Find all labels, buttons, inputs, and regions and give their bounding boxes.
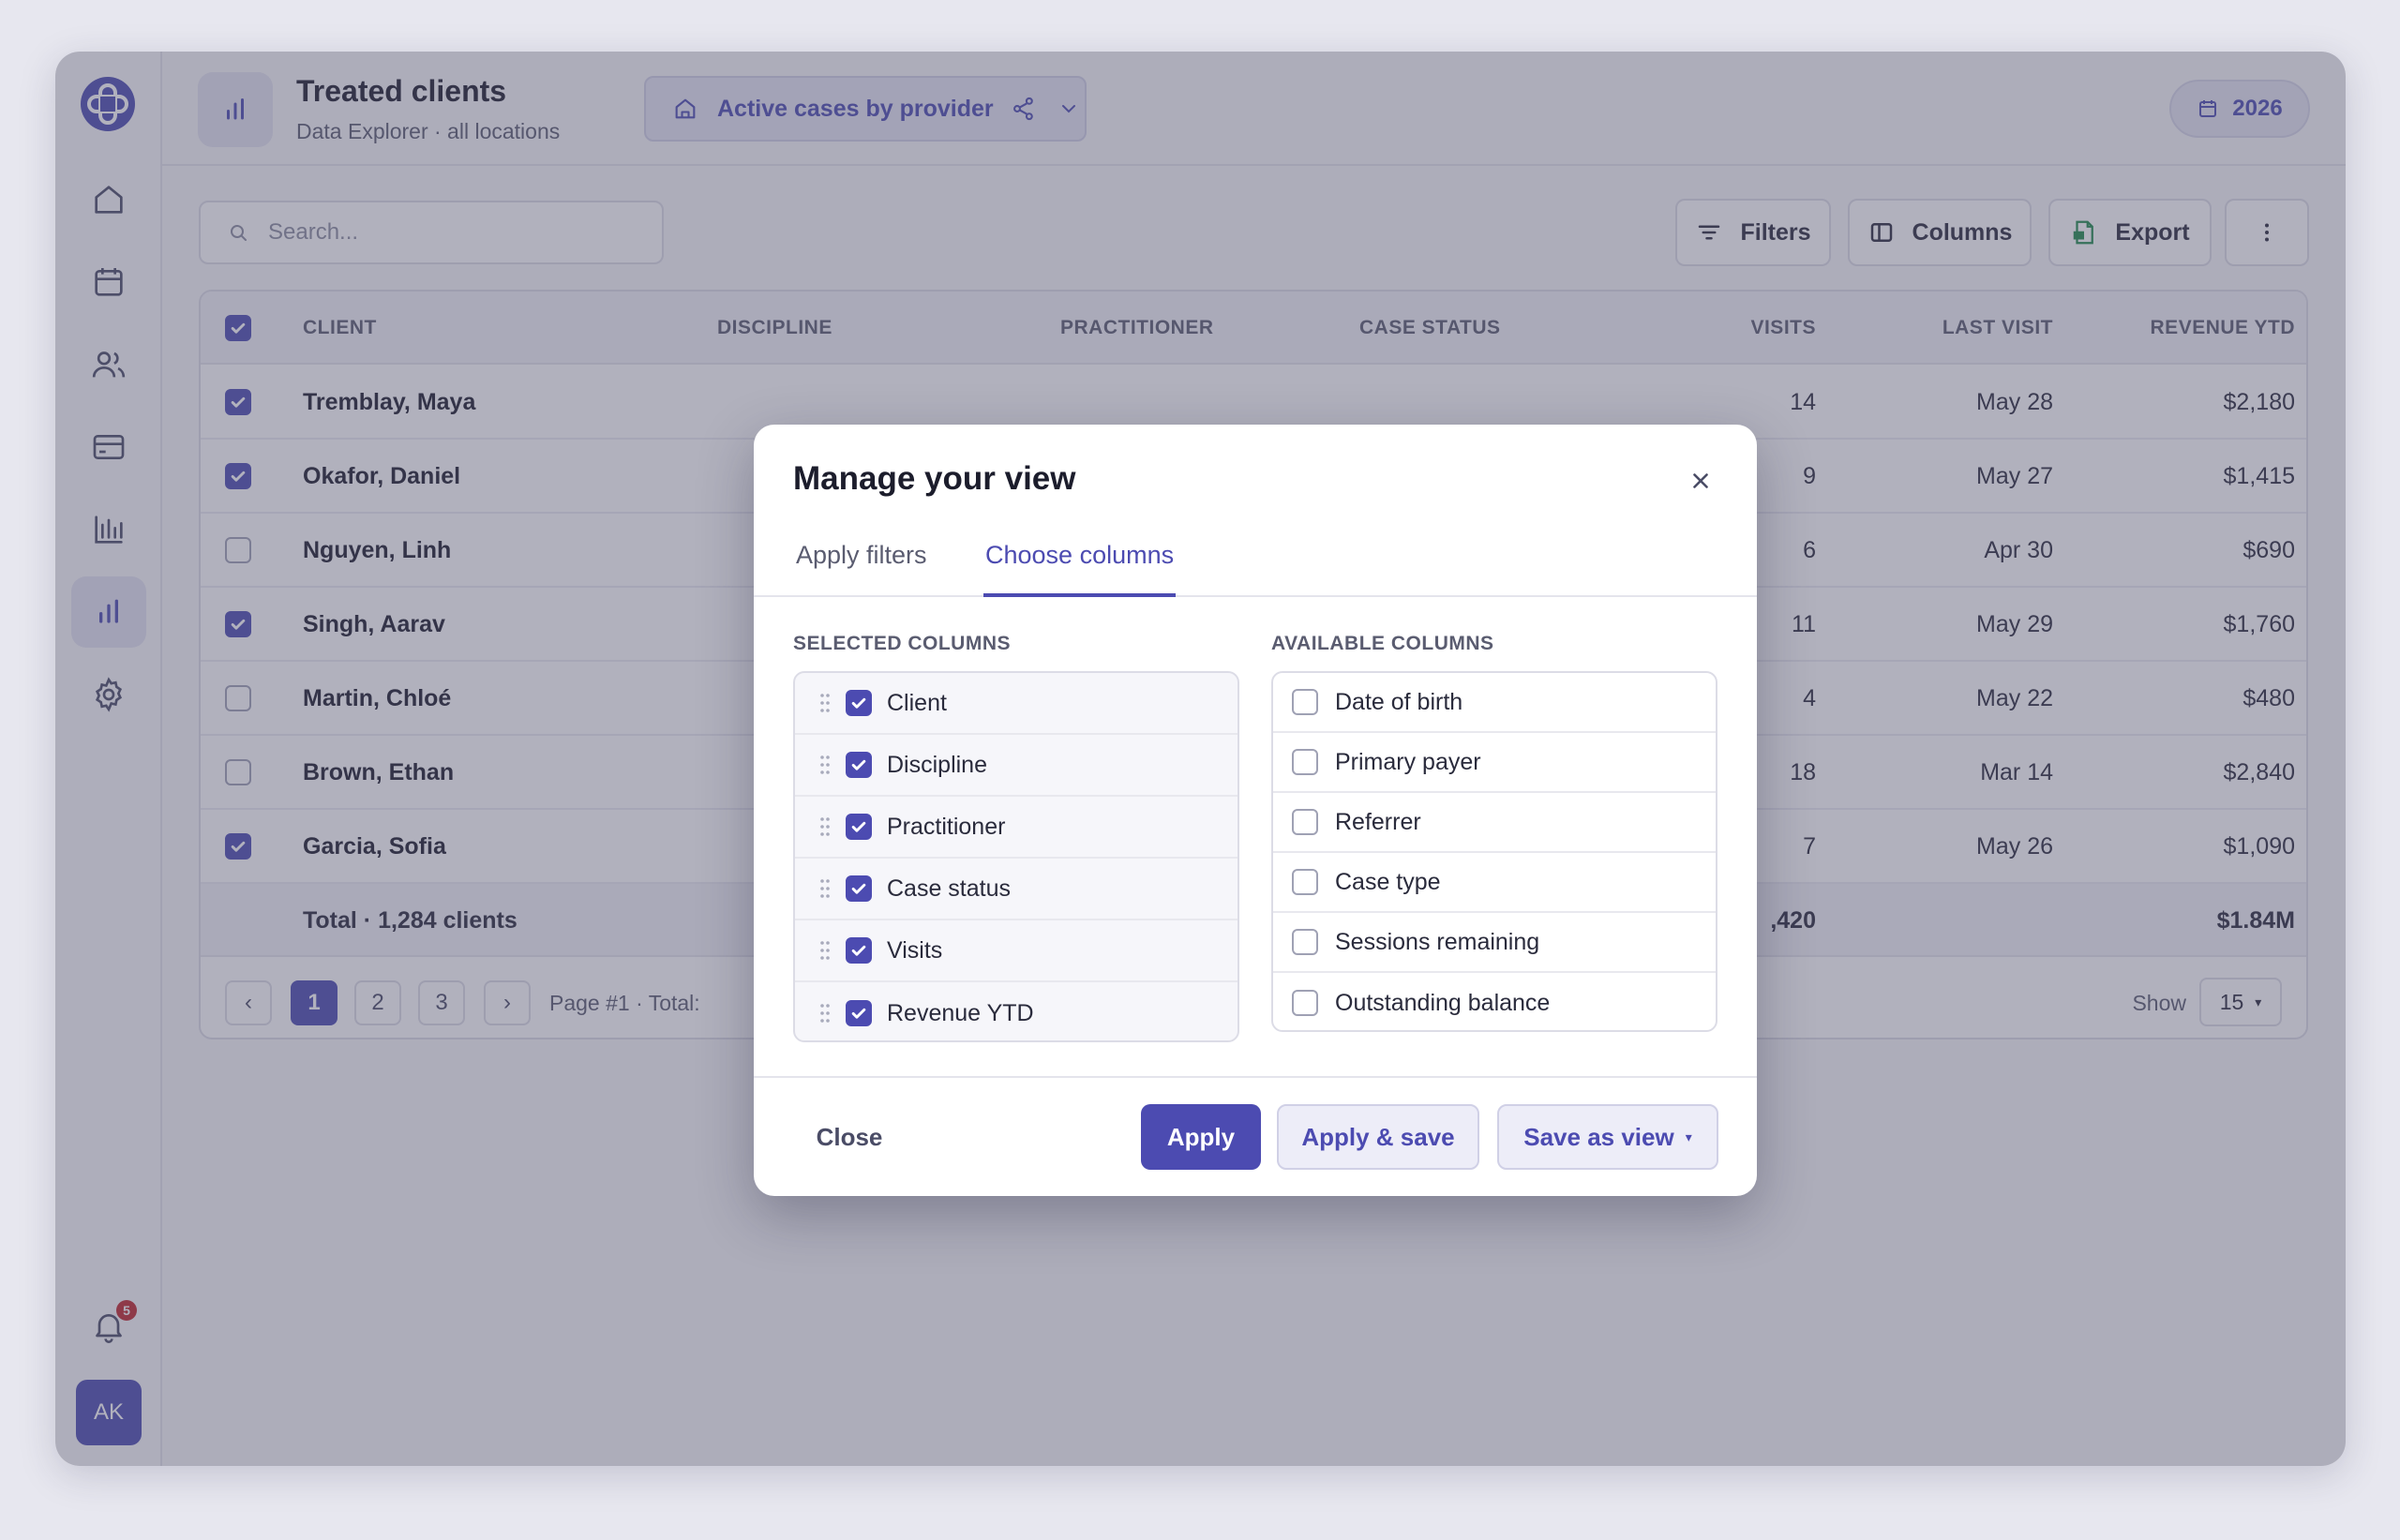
drag-handle-icon[interactable] [819,878,831,899]
column-checkbox[interactable] [846,814,872,840]
check-icon [851,1008,866,1019]
column-name: Client [887,689,947,716]
close-button[interactable]: Close [793,1104,906,1170]
drag-handle-icon[interactable] [819,816,831,837]
available-column-item[interactable]: Case type [1273,853,1716,913]
close-icon [1693,473,1708,488]
dialog-title: Manage your view [793,460,1076,497]
apply-and-save-button[interactable]: Apply & save [1277,1104,1479,1170]
column-name: Case type [1335,868,1441,895]
column-name: Practitioner [887,813,1006,840]
selected-column-item[interactable]: Discipline [795,735,1238,797]
column-checkbox[interactable] [846,937,872,964]
save-as-view-button[interactable]: Save as view ▾ [1497,1104,1718,1170]
drag-handle-icon[interactable] [819,940,831,961]
column-name: Revenue YTD [887,999,1034,1026]
tab-apply-filters[interactable]: Apply filters [796,541,927,597]
column-checkbox[interactable] [1292,809,1318,835]
tab-choose-columns[interactable]: Choose columns [983,541,1177,597]
check-icon [851,697,866,709]
column-checkbox[interactable] [846,1000,872,1026]
apply-button[interactable]: Apply [1141,1104,1261,1170]
dialog-tabs: Apply filters Choose columns [754,535,1757,597]
column-name: Date of birth [1335,688,1463,715]
column-name: Outstanding balance [1335,989,1551,1016]
available-column-item[interactable]: Primary payer [1273,733,1716,793]
column-checkbox[interactable] [846,690,872,716]
manage-view-dialog: Manage your view Apply filters Choose co… [754,425,1757,1196]
column-name: Referrer [1335,808,1421,835]
dialog-footer: Close Apply Apply & save Save as view ▾ [754,1076,1757,1196]
drag-handle-icon[interactable] [819,693,831,713]
column-checkbox[interactable] [1292,929,1318,955]
selected-columns-list: Client Discipline Practitioner Case status V… [793,671,1239,1042]
column-checkbox[interactable] [1292,990,1318,1016]
available-column-item[interactable]: Outstanding balance [1273,973,1716,1030]
column-checkbox[interactable] [846,875,872,902]
drag-handle-icon[interactable] [819,1003,831,1024]
check-icon [851,945,866,956]
available-column-item[interactable]: Sessions remaining [1273,913,1716,973]
available-column-item[interactable]: Referrer [1273,793,1716,853]
column-name: Primary payer [1335,748,1481,775]
column-name: Discipline [887,751,987,778]
available-columns-heading: AVAILABLE COLUMNS [1271,633,1494,654]
drag-handle-icon[interactable] [819,755,831,775]
column-checkbox[interactable] [846,752,872,778]
selected-column-item[interactable]: Practitioner [795,797,1238,859]
available-columns-list: Date of birth Primary payer Referrer Case t… [1271,671,1718,1032]
caret-down-icon: ▾ [1685,1129,1692,1144]
column-checkbox[interactable] [1292,749,1318,775]
app-window: 5 AK Treated clients Data Explorer · all… [55,52,2346,1466]
save-as-view-label: Save as view [1523,1122,1674,1151]
available-column-item[interactable]: Date of birth [1273,673,1716,733]
column-name: Sessions remaining [1335,928,1540,955]
column-name: Visits [887,936,943,964]
selected-column-item[interactable]: Visits [795,920,1238,982]
check-icon [851,759,866,770]
check-icon [851,883,866,894]
selected-column-item[interactable]: Revenue YTD [795,982,1238,1040]
column-name: Case status [887,875,1012,902]
selected-column-item[interactable]: Case status [795,859,1238,920]
column-checkbox[interactable] [1292,869,1318,895]
check-icon [851,821,866,832]
selected-columns-heading: SELECTED COLUMNS [793,633,1012,654]
selected-column-item[interactable]: Client [795,673,1238,735]
column-checkbox[interactable] [1292,689,1318,715]
dialog-close-button[interactable] [1684,464,1718,498]
